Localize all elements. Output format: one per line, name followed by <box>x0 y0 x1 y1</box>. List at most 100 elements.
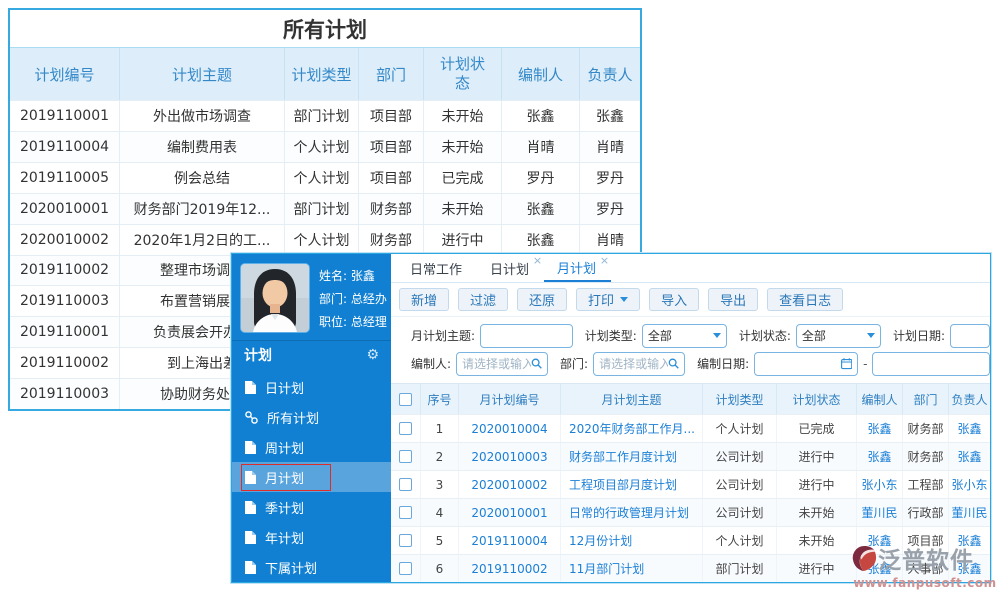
row-checkbox[interactable] <box>399 450 412 463</box>
tab-日计划[interactable]: 日计划× <box>477 254 544 282</box>
tab-bar: 日常工作日计划×月计划× <box>391 254 990 283</box>
table-row[interactable]: 2019110001外出做市场调查部门计划项目部未开始张鑫张鑫 <box>10 100 640 131</box>
plan-no-cell: 2019110004 <box>459 527 561 554</box>
plan-no-cell: 2020010002 <box>459 471 561 498</box>
table-row[interactable]: 2019110004编制费用表个人计划项目部未开始肖晴肖晴 <box>10 131 640 162</box>
monthly-header-cell: 部门 <box>903 384 949 414</box>
toolbar-button-还原[interactable]: 还原 <box>517 288 567 311</box>
filter-label: 计划类型: <box>585 327 637 344</box>
filter-label: 计划日期: <box>893 327 945 344</box>
table-row[interactable]: 32020010002工程项目部月度计划公司计划进行中张小东工程部张小东 <box>391 470 990 498</box>
filter-date-input[interactable] <box>760 357 841 371</box>
sidebar-item-label: 下属计划 <box>265 558 317 577</box>
subject-cell: 日常的行政管理月计划 <box>561 499 703 526</box>
file-icon <box>245 381 256 394</box>
row-checkbox[interactable] <box>399 506 412 519</box>
search-icon[interactable] <box>668 357 679 370</box>
row-checkbox[interactable] <box>399 422 412 435</box>
plan-no-link[interactable]: 2020010004 <box>471 422 547 436</box>
plan-no-link[interactable]: 2020010001 <box>471 506 547 520</box>
monthly-header-label: 负责人 <box>951 391 987 408</box>
sidebar-item-所有计划[interactable]: 所有计划 <box>232 402 391 432</box>
filter-area: 月计划主题:计划类型:全部计划状态:全部计划日期: 编制人:部门:编制日期:- <box>391 316 990 383</box>
owner-link[interactable]: 张鑫 <box>957 448 981 465</box>
tab-月计划[interactable]: 月计划× <box>544 254 611 282</box>
subject-cell: 2020年财务部工作月... <box>561 415 703 442</box>
sidebar-item-季计划[interactable]: 季计划 <box>232 492 391 522</box>
monthly-header-label: 月计划主题 <box>601 391 661 408</box>
tab-close-icon[interactable]: × <box>533 255 542 266</box>
avatar-photo <box>241 264 309 332</box>
table-row[interactable]: 22020010003财务部工作月度计划公司计划进行中张鑫财务部张鑫 <box>391 442 990 470</box>
sidebar-item-年计划[interactable]: 年计划 <box>232 522 391 552</box>
sidebar-item-月计划[interactable]: 月计划 <box>232 462 391 492</box>
tab-日常工作[interactable]: 日常工作 <box>397 254 477 282</box>
sidebar-item-日计划[interactable]: 日计划 <box>232 372 391 402</box>
plan-no-link[interactable]: 2019110004 <box>471 534 547 548</box>
monthly-header-cell <box>391 384 421 414</box>
subject-link[interactable]: 工程项目部月度计划 <box>569 476 677 493</box>
toolbar-button-新增[interactable]: 新增 <box>399 288 449 311</box>
owner-link[interactable]: 张小东 <box>951 476 987 493</box>
search-icon[interactable] <box>531 357 542 370</box>
plan-cell: 外出做市场调查 <box>120 101 285 131</box>
table-row[interactable]: 120200100042020年财务部工作月...个人计划已完成张鑫财务部张鑫 <box>391 414 990 442</box>
creator-link[interactable]: 张鑫 <box>867 448 891 465</box>
filter-text-input[interactable] <box>956 329 984 343</box>
profile-info: 姓名: 张鑫 部门: 总经办 职位: 总经理 <box>319 263 387 334</box>
row-checkbox-cell <box>391 555 421 582</box>
file-icon <box>245 531 256 544</box>
toolbar-button-打印[interactable]: 打印 <box>576 288 640 311</box>
filter-search-input[interactable] <box>599 357 668 371</box>
row-checkbox[interactable] <box>399 534 412 547</box>
plan-cell: 2019110001 <box>10 101 120 131</box>
row-checkbox-cell <box>391 527 421 554</box>
toolbar-button-过滤[interactable]: 过滤 <box>458 288 508 311</box>
plan-cell: 张鑫 <box>580 101 640 131</box>
toolbar-button-导出[interactable]: 导出 <box>708 288 758 311</box>
filter-text-box <box>480 324 573 348</box>
plan-no-link[interactable]: 2019110002 <box>471 562 547 576</box>
table-row[interactable]: 2019110005例会总结个人计划项目部已完成罗丹罗丹 <box>10 162 640 193</box>
toolbar-button-导入[interactable]: 导入 <box>649 288 699 311</box>
plan-no-link[interactable]: 2020010003 <box>471 450 547 464</box>
table-row[interactable]: 20200100022020年1月2日的工...个人计划财务部进行中张鑫肖晴 <box>10 224 640 255</box>
user-profile: 姓名: 张鑫 部门: 总经办 职位: 总经理 <box>232 254 391 340</box>
plan-cell: 例会总结 <box>120 163 285 193</box>
sidebar-item-label: 日计划 <box>265 378 304 397</box>
sidebar-item-下属计划[interactable]: 下属计划 <box>232 552 391 582</box>
filter-label: 编制日期: <box>697 355 749 372</box>
filter-select-value: 全部 <box>802 327 826 344</box>
filter-select[interactable]: 全部 <box>796 324 881 348</box>
gear-icon[interactable]: ⚙ <box>366 347 379 363</box>
row-checkbox[interactable] <box>399 562 412 575</box>
owner-link[interactable]: 董川民 <box>951 504 987 521</box>
filter-search-input[interactable] <box>462 357 531 371</box>
subject-link[interactable]: 2020年财务部工作月... <box>569 420 695 437</box>
plan-cell: 2019110002 <box>10 256 120 286</box>
tab-close-icon[interactable]: × <box>600 255 609 266</box>
toolbar-button-查看日志[interactable]: 查看日志 <box>767 288 843 311</box>
subject-link[interactable]: 日常的行政管理月计划 <box>569 504 689 521</box>
subject-link[interactable]: 财务部工作月度计划 <box>569 448 677 465</box>
creator-link[interactable]: 张鑫 <box>867 420 891 437</box>
creator-link[interactable]: 张小东 <box>861 476 897 493</box>
table-row[interactable]: 2020010001财务部门2019年12...部门计划财务部未开始张鑫罗丹 <box>10 193 640 224</box>
status-cell: 未开始 <box>777 527 857 554</box>
subject-cell: 财务部工作月度计划 <box>561 443 703 470</box>
plan-no-link[interactable]: 2020010002 <box>471 478 547 492</box>
filter-select[interactable]: 全部 <box>642 324 727 348</box>
filter-date-input-end[interactable] <box>878 357 984 371</box>
table-row[interactable]: 42020010001日常的行政管理月计划公司计划未开始董川民行政部董川民 <box>391 498 990 526</box>
select-all-checkbox[interactable] <box>399 393 412 406</box>
filter-text-input[interactable] <box>486 329 567 343</box>
owner-link[interactable]: 张鑫 <box>957 420 981 437</box>
subject-link[interactable]: 11月部门计划 <box>569 560 644 577</box>
plan-cell: 2020010002 <box>10 225 120 255</box>
creator-link[interactable]: 董川民 <box>861 504 897 521</box>
sidebar-item-周计划[interactable]: 周计划 <box>232 432 391 462</box>
calendar-icon[interactable] <box>841 357 852 370</box>
subject-link[interactable]: 12月份计划 <box>569 532 632 549</box>
dept-cell: 行政部 <box>903 499 949 526</box>
row-checkbox[interactable] <box>399 478 412 491</box>
